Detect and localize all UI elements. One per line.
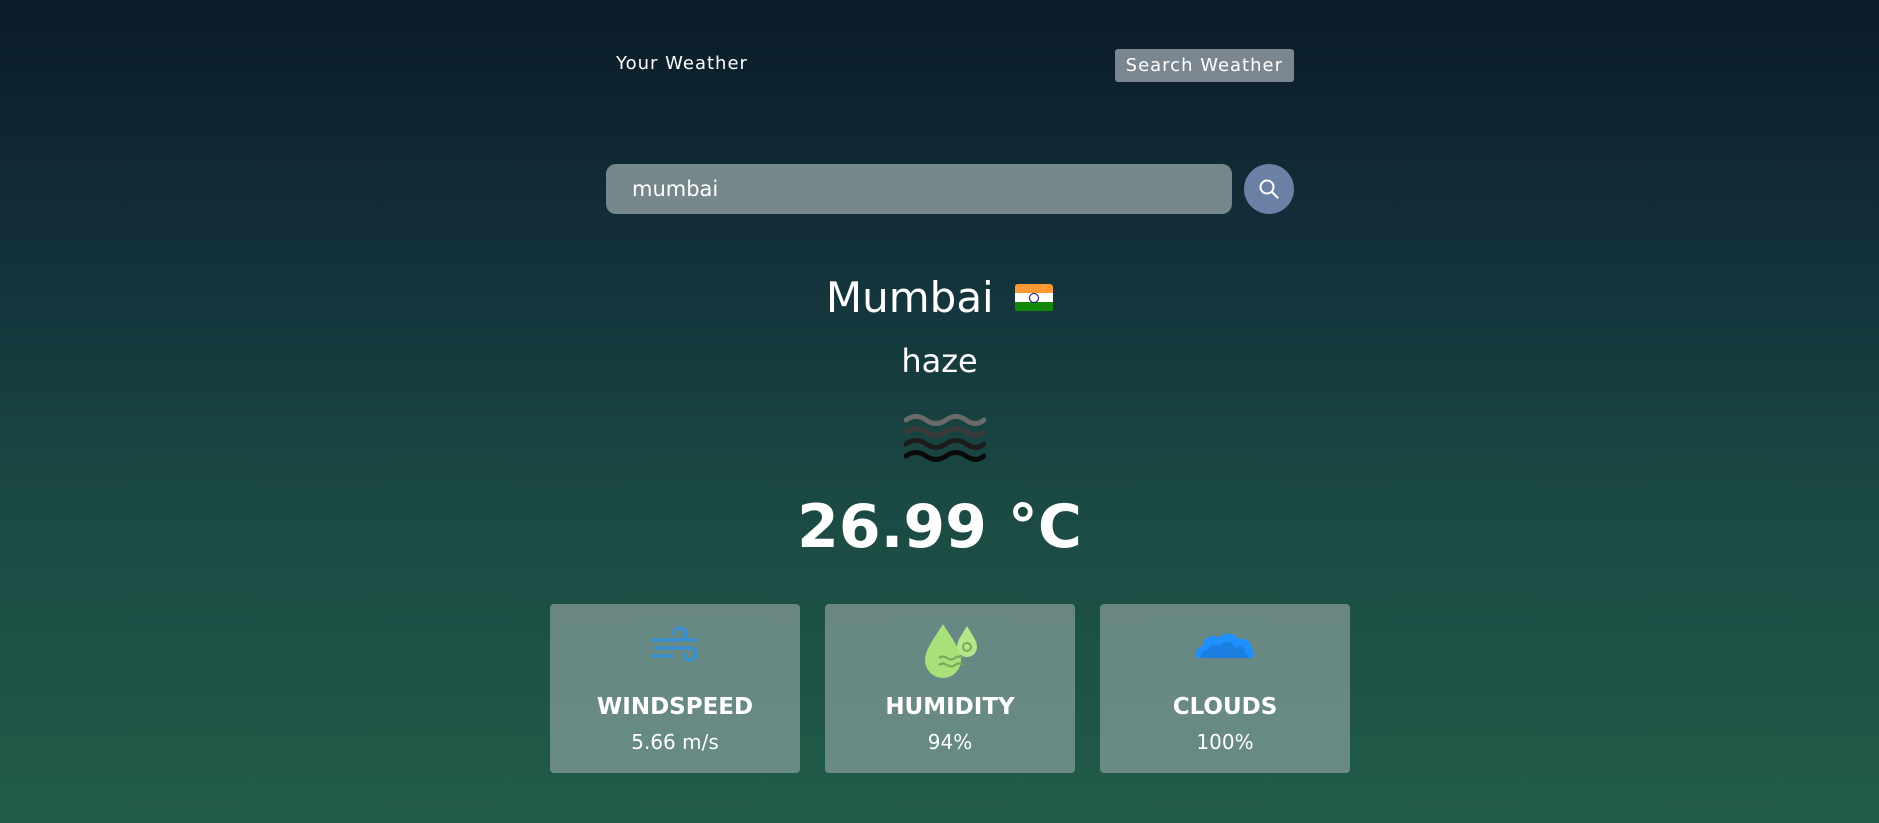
city-heading: Mumbai — [0, 270, 1879, 326]
windspeed-label: WINDSPEED — [596, 694, 754, 720]
humidity-icon — [925, 624, 977, 678]
search-button[interactable] — [1244, 164, 1294, 214]
humidity-card: HUMIDITY 94% — [825, 604, 1075, 773]
humidity-label: HUMIDITY — [885, 694, 1015, 720]
search-bar — [606, 164, 1294, 214]
clouds-icon — [1195, 633, 1255, 658]
city-search-input[interactable] — [606, 164, 1232, 214]
haze-icon — [904, 414, 986, 462]
weather-description: haze — [901, 342, 978, 380]
clouds-value: 100% — [1196, 730, 1254, 754]
clouds-label: CLOUDS — [1172, 694, 1278, 720]
top-nav: Your Weather Search Weather — [606, 49, 1294, 85]
temperature-value: 26.99 °C — [797, 492, 1082, 562]
india-flag-icon — [1015, 283, 1054, 312]
tab-search-weather[interactable]: Search Weather — [1114, 49, 1294, 82]
windspeed-value: 5.66 m/s — [631, 730, 719, 754]
tab-your-weather[interactable]: Your Weather — [616, 53, 748, 74]
humidity-value: 94% — [927, 730, 973, 754]
wind-icon — [650, 626, 698, 662]
city-name: Mumbai — [825, 273, 994, 322]
search-icon — [1259, 179, 1279, 199]
clouds-card: CLOUDS 100% — [1100, 604, 1350, 773]
windspeed-card: WINDSPEED 5.66 m/s — [550, 604, 800, 773]
